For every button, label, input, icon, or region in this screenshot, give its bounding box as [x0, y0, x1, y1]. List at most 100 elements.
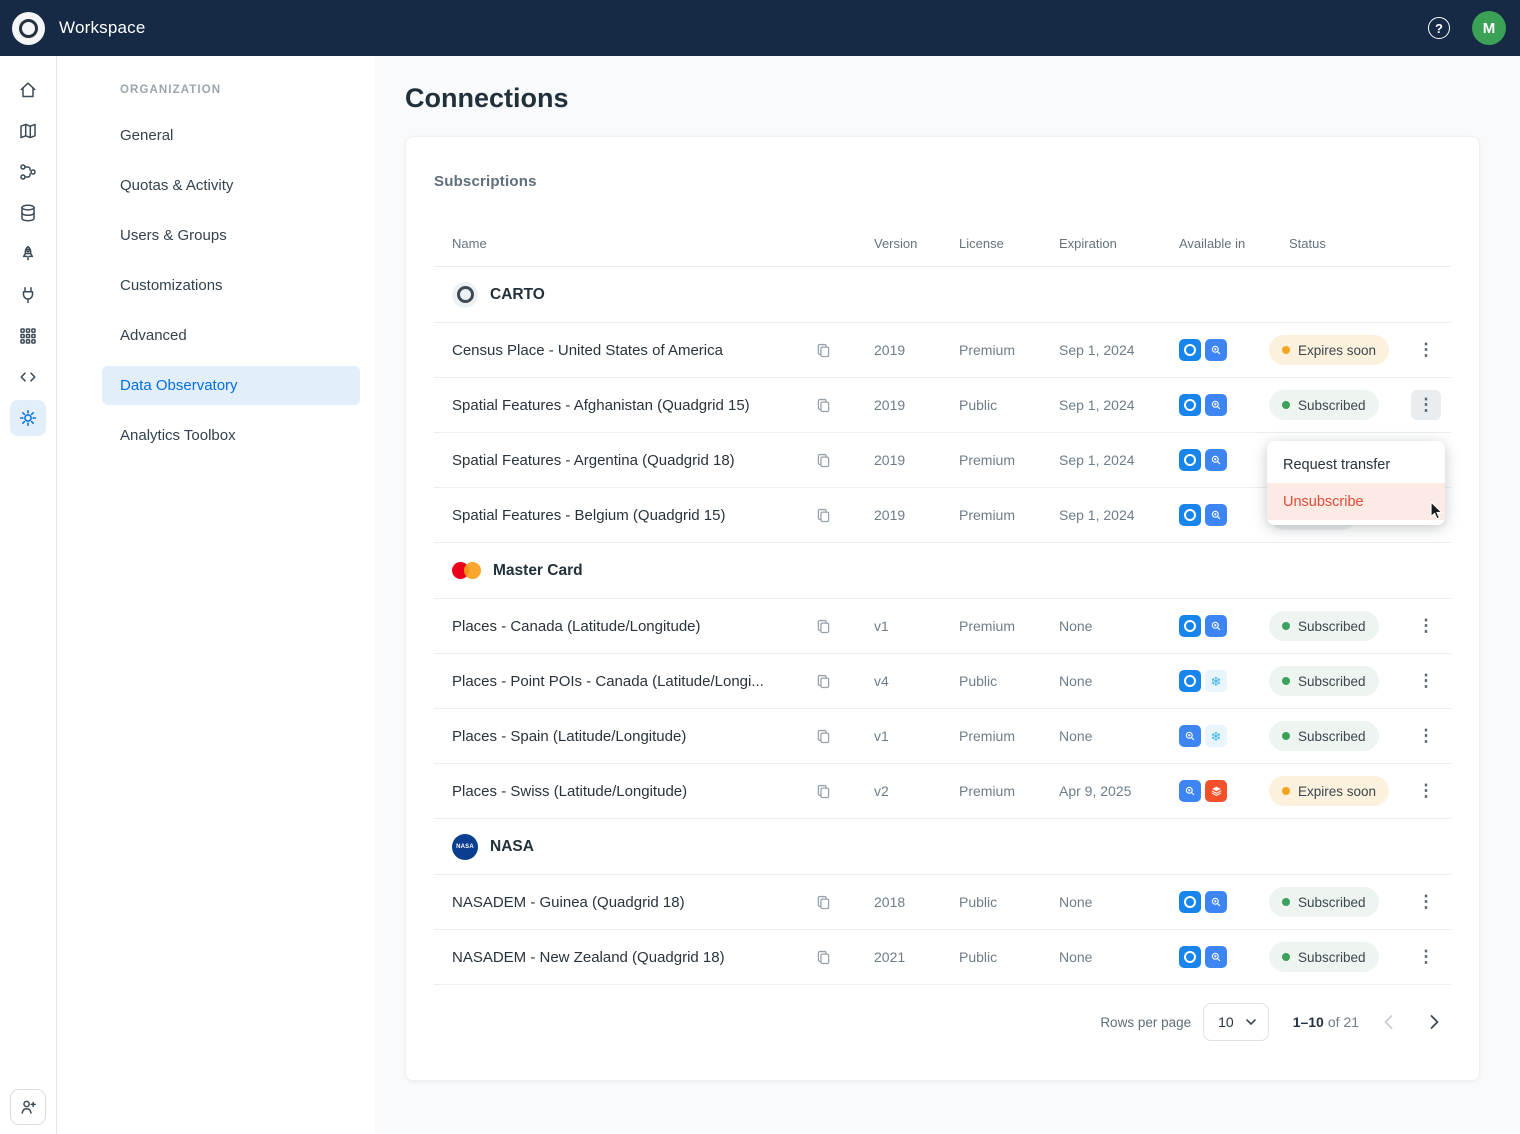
settings-icon[interactable]: [10, 400, 46, 436]
table-header-row: Name Version License Expiration Availabl…: [434, 221, 1451, 267]
next-page-button[interactable]: [1417, 1005, 1451, 1039]
status-badge: Subscribed: [1269, 611, 1379, 641]
sidebar-section-label: ORGANIZATION: [120, 84, 375, 96]
copy-button[interactable]: [813, 947, 834, 968]
row-menu-button[interactable]: [1411, 390, 1441, 420]
subscription-row: Places - Point POIs - Canada (Latitude/L…: [434, 654, 1451, 709]
row-context-menu: Request transfer Unsubscribe: [1267, 441, 1445, 525]
snowflake-icon: [1205, 670, 1227, 692]
sidebar-item-users-groups[interactable]: Users & Groups: [102, 216, 360, 255]
subscriptions-table: Name Version License Expiration Availabl…: [434, 221, 1451, 985]
row-menu-button[interactable]: [1411, 335, 1441, 365]
sidebar-item-data-observatory[interactable]: Data Observatory: [102, 366, 360, 405]
connections-icon[interactable]: [10, 277, 46, 313]
row-menu-button[interactable]: [1411, 887, 1441, 917]
copy-button[interactable]: [813, 340, 834, 361]
group-name: CARTO: [490, 286, 545, 304]
rows-per-page-select[interactable]: 10: [1203, 1003, 1269, 1041]
copy-button[interactable]: [813, 505, 834, 526]
subscription-name: Places - Canada (Latitude/Longitude): [434, 618, 805, 635]
sidebar-item-quotas-activity[interactable]: Quotas & Activity: [102, 166, 360, 205]
status-dot-icon: [1282, 401, 1290, 409]
sidebar-item-advanced[interactable]: Advanced: [102, 316, 360, 355]
bigquery-icon: [1179, 725, 1201, 747]
carto-dw-icon: [1179, 339, 1201, 361]
carto-dw-icon: [1179, 891, 1201, 913]
subscription-row: Places - Canada (Latitude/Longitude)v1Pr…: [434, 599, 1451, 654]
status-badge: Subscribed: [1269, 390, 1379, 420]
copy-button[interactable]: [813, 671, 834, 692]
apps-icon[interactable]: [10, 318, 46, 354]
license-cell: Premium: [926, 452, 1026, 468]
expiration-cell: None: [1026, 618, 1151, 634]
pagination-range: 1–10of 21: [1293, 1014, 1359, 1030]
expiration-cell: Apr 9, 2025: [1026, 783, 1151, 799]
chevron-left-icon: [1384, 1015, 1393, 1029]
settings-sidebar: ORGANIZATION General Quotas & Activity Use…: [57, 56, 375, 1134]
carto-group-logo-icon: [452, 282, 478, 308]
row-menu-button[interactable]: [1411, 776, 1441, 806]
chevron-right-icon: [1430, 1015, 1439, 1029]
version-cell: v1: [841, 728, 926, 744]
sidebar-item-analytics-toolbox[interactable]: Analytics Toolbox: [102, 416, 360, 455]
copy-icon: [815, 783, 832, 800]
subscription-name: Spatial Features - Argentina (Quadgrid 1…: [434, 452, 805, 469]
menu-item-request-transfer[interactable]: Request transfer: [1267, 446, 1445, 483]
data-explorer-icon[interactable]: [10, 195, 46, 231]
row-menu-button[interactable]: [1411, 942, 1441, 972]
group-header-row: NASA: [434, 819, 1451, 875]
row-menu-button[interactable]: [1411, 611, 1441, 641]
mc-group-logo-icon: [452, 558, 481, 584]
carto-dw-icon: [1179, 394, 1201, 416]
workflows-icon[interactable]: [10, 154, 46, 190]
copy-button[interactable]: [813, 781, 834, 802]
carto-dw-icon: [1179, 670, 1201, 692]
subscription-name: Census Place - United States of America: [434, 342, 805, 359]
status-dot-icon: [1282, 677, 1290, 685]
subscription-name: Spatial Features - Afghanistan (Quadgrid…: [434, 397, 805, 414]
expiration-cell: None: [1026, 894, 1151, 910]
copy-icon: [815, 728, 832, 745]
sidebar-item-general[interactable]: General: [102, 116, 360, 155]
previous-page-button[interactable]: [1371, 1005, 1405, 1039]
status-badge: Expires soon: [1269, 335, 1389, 365]
subscription-name: Spatial Features - Belgium (Quadgrid 15): [434, 507, 805, 524]
launch-icon[interactable]: [10, 236, 46, 272]
status-dot-icon: [1282, 346, 1290, 354]
maps-icon[interactable]: [10, 113, 46, 149]
license-cell: Premium: [926, 618, 1026, 634]
expiration-cell: Sep 1, 2024: [1026, 397, 1151, 413]
available-in-cell: [1151, 891, 1256, 913]
avatar[interactable]: M: [1472, 11, 1506, 45]
invite-user-icon[interactable]: [10, 1089, 46, 1125]
bigquery-icon: [1205, 449, 1227, 471]
row-menu-button[interactable]: [1411, 721, 1441, 751]
expiration-cell: None: [1026, 673, 1151, 689]
row-menu-button[interactable]: [1411, 666, 1441, 696]
help-button[interactable]: ?: [1428, 17, 1450, 39]
license-cell: Public: [926, 949, 1026, 965]
bigquery-icon: [1205, 615, 1227, 637]
version-cell: 2019: [841, 507, 926, 523]
version-cell: v4: [841, 673, 926, 689]
copy-button[interactable]: [813, 726, 834, 747]
app-title: Workspace: [59, 18, 146, 38]
status-badge: Subscribed: [1269, 887, 1379, 917]
developers-icon[interactable]: [10, 359, 46, 395]
copy-button[interactable]: [813, 892, 834, 913]
copy-button[interactable]: [813, 450, 834, 471]
subscriptions-card: Subscriptions Name Version License Expir…: [405, 136, 1480, 1081]
copy-button[interactable]: [813, 616, 834, 637]
menu-item-unsubscribe[interactable]: Unsubscribe: [1267, 483, 1445, 520]
carto-dw-icon: [1179, 504, 1201, 526]
available-in-cell: [1151, 615, 1256, 637]
home-icon[interactable]: [10, 72, 46, 108]
bigquery-icon: [1205, 339, 1227, 361]
sidebar-item-customizations[interactable]: Customizations: [102, 266, 360, 305]
version-cell: 2018: [841, 894, 926, 910]
sidebar-items: General Quotas & Activity Users & Groups Cu…: [57, 116, 375, 455]
subscription-row: Places - Spain (Latitude/Longitude)v1Pre…: [434, 709, 1451, 764]
status-dot-icon: [1282, 732, 1290, 740]
available-in-cell: [1151, 725, 1256, 747]
copy-button[interactable]: [813, 395, 834, 416]
